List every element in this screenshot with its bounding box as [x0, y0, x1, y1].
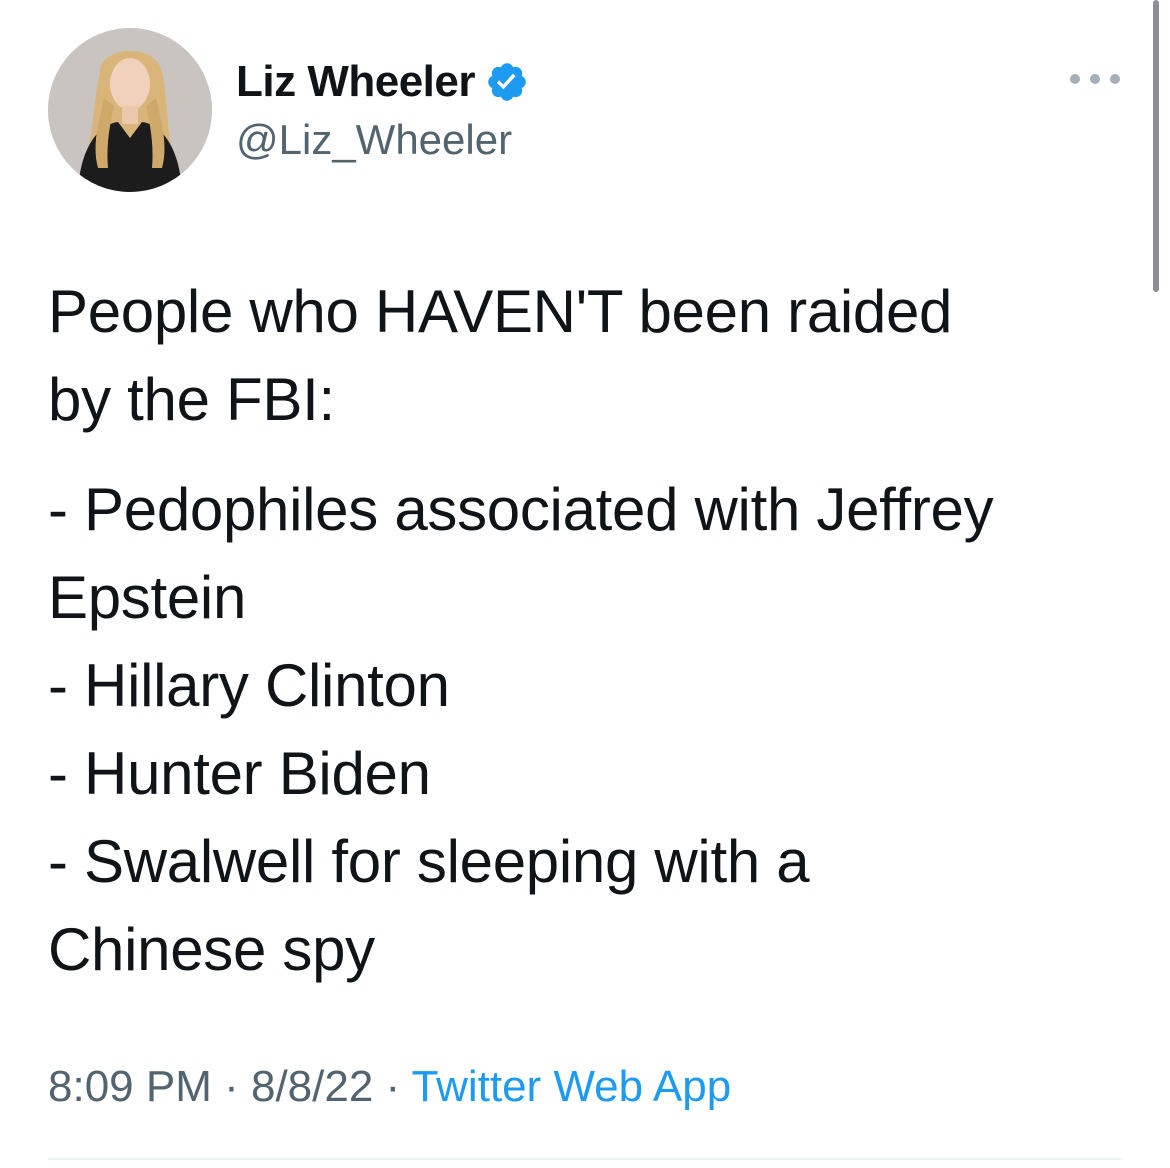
avatar-photo	[48, 28, 212, 192]
tweet-line: - Swalwell for sleeping with a	[48, 828, 810, 895]
more-options-button[interactable]	[1070, 64, 1120, 94]
name-row[interactable]: Liz Wheeler	[236, 56, 529, 108]
tweet-time[interactable]: 8:09 PM	[48, 1062, 212, 1111]
scrollbar[interactable]	[1153, 0, 1159, 292]
meta-separator: ·	[211, 1062, 251, 1111]
more-horizontal-icon-dot	[1110, 74, 1120, 84]
tweet-line: People who HAVEN'T been raided	[48, 278, 953, 345]
tweet-source[interactable]: Twitter Web App	[412, 1062, 732, 1111]
tweet-line: - Hillary Clinton	[48, 652, 450, 719]
tweet-line: - Hunter Biden	[48, 740, 431, 807]
tweet-text: People who HAVEN'T been raided by the FB…	[48, 268, 1128, 994]
meta-separator: ·	[373, 1062, 412, 1111]
tweet-metadata: 8:09 PM · 8/8/22 · Twitter Web App	[48, 1062, 731, 1112]
tweet-line: Chinese spy	[48, 916, 375, 983]
more-horizontal-icon	[1070, 74, 1080, 84]
divider	[48, 1158, 1122, 1160]
tweet-date[interactable]: 8/8/22	[251, 1062, 373, 1111]
user-handle[interactable]: @Liz_Wheeler	[236, 116, 512, 164]
verified-badge-icon	[485, 60, 529, 104]
tweet-line: - Pedophiles associated with Jeffrey	[48, 476, 994, 543]
tweet-line: by the FBI:	[48, 366, 335, 433]
avatar[interactable]	[48, 28, 212, 192]
tweet-line: Epstein	[48, 564, 247, 631]
display-name[interactable]: Liz Wheeler	[236, 57, 476, 107]
more-horizontal-icon-dot	[1090, 74, 1100, 84]
